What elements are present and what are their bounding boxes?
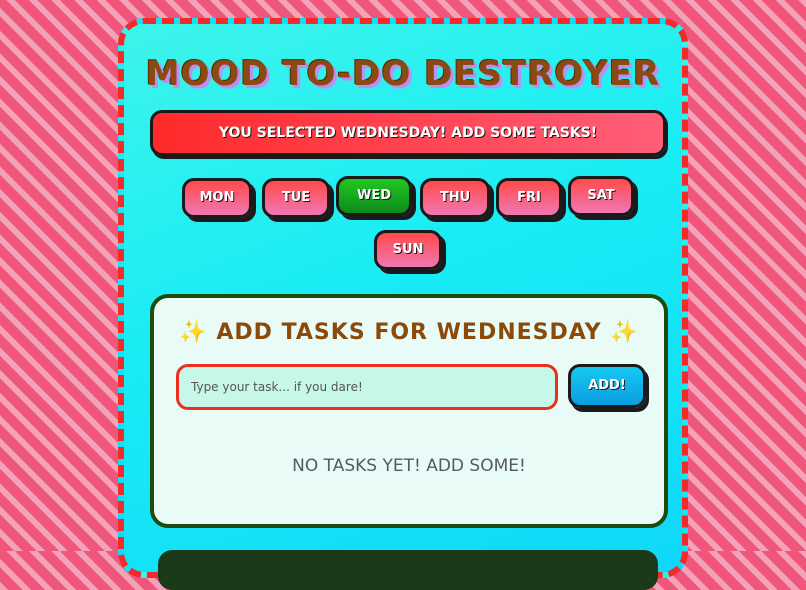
add-task-button[interactable]: ADD! <box>568 364 646 408</box>
day-button-thu[interactable]: THU <box>420 178 490 218</box>
task-input[interactable] <box>176 364 558 410</box>
task-card-heading: ✨ ADD TASKS FOR WEDNESDAY ✨ <box>154 320 664 345</box>
selection-banner: YOU SELECTED WEDNESDAY! ADD SOME TASKS! <box>150 110 666 156</box>
day-button-fri[interactable]: FRI <box>496 178 562 218</box>
main-panel: MOOD TO-DO DESTROYER YOU SELECTED WEDNES… <box>118 18 688 590</box>
day-button-wed[interactable]: WED <box>336 176 412 216</box>
day-button-mon[interactable]: MON <box>182 178 252 218</box>
empty-state-text: NO TASKS YET! ADD SOME! <box>292 456 526 476</box>
sparkle-icon: ✨ <box>610 320 639 345</box>
app-title: MOOD TO-DO DESTROYER <box>145 54 661 94</box>
day-button-sun[interactable]: SUN <box>374 230 442 270</box>
day-button-sat[interactable]: SAT <box>568 176 634 216</box>
task-heading-text: ADD TASKS FOR WEDNESDAY <box>216 320 602 345</box>
sparkle-icon: ✨ <box>179 320 208 345</box>
bottom-section <box>158 550 658 590</box>
day-button-tue[interactable]: TUE <box>262 178 330 218</box>
task-card: ✨ ADD TASKS FOR WEDNESDAY ✨ ADD! NO TASK… <box>150 294 668 528</box>
